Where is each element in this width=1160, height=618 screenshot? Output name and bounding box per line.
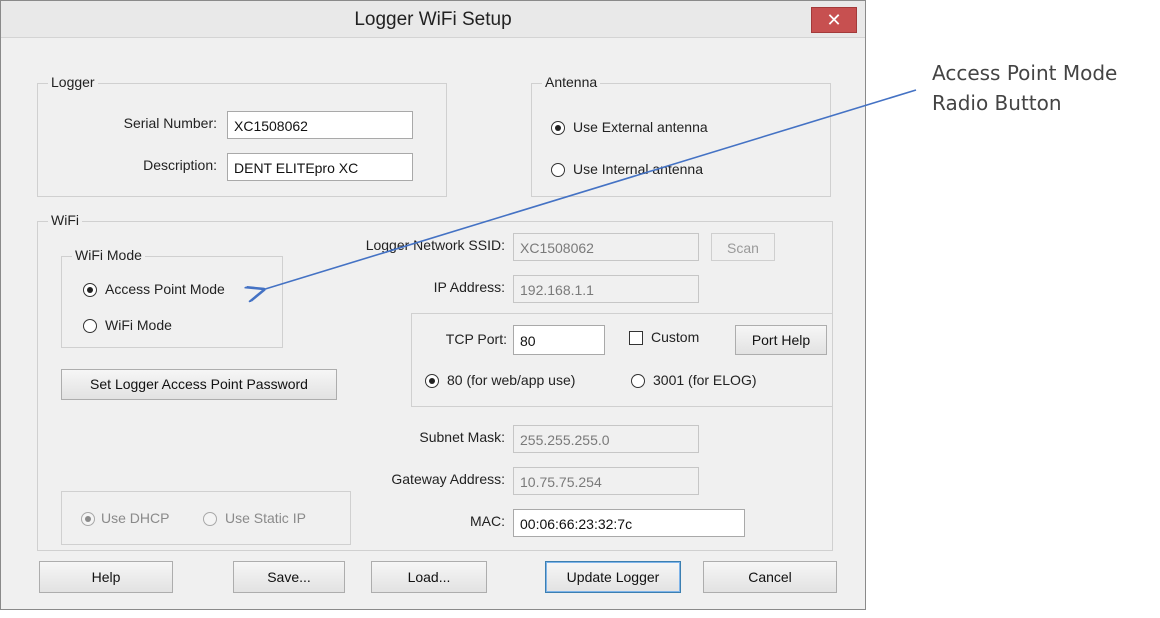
annotation-arrow-line [262,89,917,290]
annotation-arrow [0,89,917,618]
